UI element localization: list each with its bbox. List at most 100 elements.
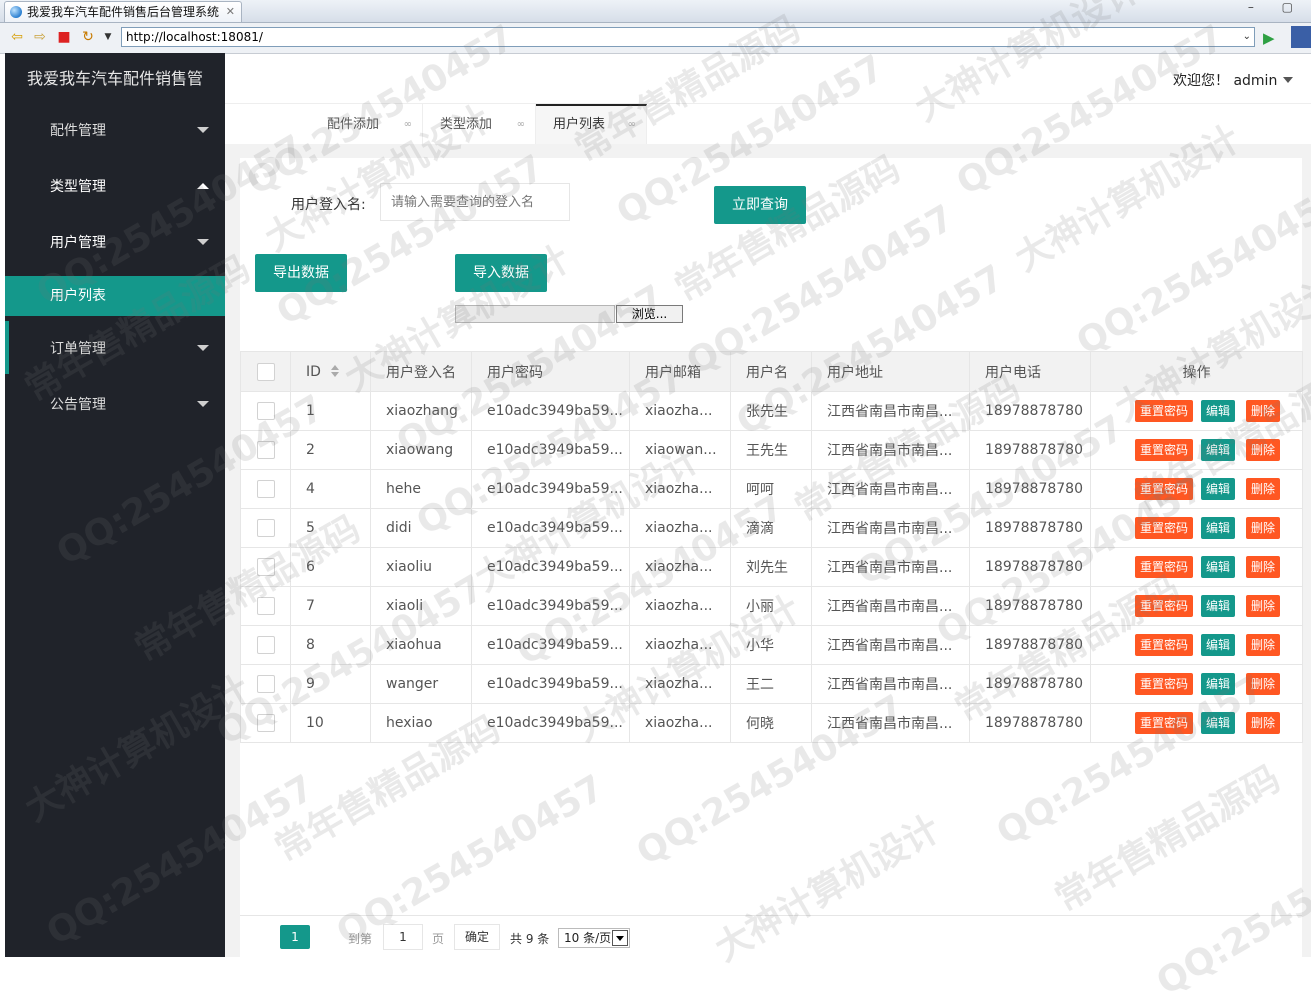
tab-add-part[interactable]: 配件添加 ∞: [310, 104, 423, 144]
cell-address: 江西省南昌市南昌...: [811, 508, 970, 548]
column-header-name: 用户名: [730, 351, 812, 392]
caret-down-icon: [1283, 77, 1294, 83]
history-dropdown-icon[interactable]: ▼: [99, 28, 117, 46]
table-row: 7 xiaoli e10adc3949ba59... xiaozha... 小丽 江西省南…: [240, 586, 1303, 626]
row-select-cell: [240, 703, 291, 743]
page-size-select[interactable]: 10 条/页: [558, 928, 630, 948]
delete-button[interactable]: 删除: [1246, 595, 1281, 617]
file-path-field[interactable]: [455, 305, 615, 323]
edit-button[interactable]: 编辑: [1201, 556, 1236, 578]
sort-icon[interactable]: [330, 364, 339, 377]
edit-button[interactable]: 编辑: [1201, 595, 1236, 617]
row-checkbox[interactable]: [256, 714, 275, 732]
browser-tab[interactable]: 我爱我车汽车配件销售后台管理系统 ✕: [4, 1, 242, 22]
address-dropdown-icon[interactable]: ⌄: [1243, 28, 1251, 46]
goto-label: 到第: [348, 932, 373, 946]
row-select-cell: [240, 469, 291, 509]
extension-icon[interactable]: [1291, 26, 1311, 48]
cell-password: e10adc3949ba59...: [471, 391, 630, 431]
reset-password-button[interactable]: 重置密码: [1135, 478, 1194, 500]
goto-confirm-button[interactable]: 确定: [454, 924, 500, 950]
delete-button[interactable]: 删除: [1246, 517, 1281, 539]
reset-password-button[interactable]: 重置密码: [1135, 439, 1194, 461]
delete-button[interactable]: 删除: [1246, 634, 1281, 656]
edit-button[interactable]: 编辑: [1201, 673, 1236, 695]
column-header-login: 用户登入名: [370, 351, 472, 392]
reset-password-button[interactable]: 重置密码: [1135, 712, 1194, 734]
close-tab-icon[interactable]: ∞: [517, 104, 525, 146]
import-button[interactable]: 导入数据: [455, 254, 547, 292]
go-icon[interactable]: ▶: [1263, 29, 1275, 47]
row-checkbox[interactable]: [256, 597, 275, 615]
row-checkbox[interactable]: [256, 402, 275, 420]
back-icon[interactable]: ⇦: [8, 28, 26, 46]
sidebar-item-notices[interactable]: 公告管理: [5, 377, 225, 433]
reset-password-button[interactable]: 重置密码: [1135, 400, 1194, 422]
page-number-input[interactable]: 1: [383, 924, 423, 950]
row-checkbox[interactable]: [256, 441, 275, 459]
tab-label: 用户列表: [553, 117, 606, 132]
delete-button[interactable]: 删除: [1246, 439, 1281, 461]
reset-password-button[interactable]: 重置密码: [1135, 595, 1194, 617]
user-menu[interactable]: 欢迎您！ admin: [1173, 70, 1294, 90]
cell-phone: 18978878780: [969, 625, 1091, 665]
tab-add-type[interactable]: 类型添加 ∞: [423, 104, 536, 144]
row-checkbox[interactable]: [256, 636, 275, 654]
tab-user-list[interactable]: 用户列表 ∞: [536, 104, 647, 144]
cell-name: 王先生: [730, 430, 812, 470]
sidebar-item-orders[interactable]: 订单管理: [5, 321, 225, 377]
file-picker[interactable]: 浏览...: [455, 305, 683, 323]
sidebar-item-label: 订单管理: [50, 341, 106, 357]
edit-button[interactable]: 编辑: [1201, 478, 1236, 500]
cell-email: xiaozha...: [629, 469, 731, 509]
row-checkbox[interactable]: [256, 675, 275, 693]
reset-password-button[interactable]: 重置密码: [1135, 517, 1194, 539]
edit-button[interactable]: 编辑: [1201, 712, 1236, 734]
delete-button[interactable]: 删除: [1246, 673, 1281, 695]
close-tab-icon[interactable]: ∞: [404, 104, 412, 146]
table-row: 2 xiaowang e10adc3949ba59... xiaowan... 王先生江…: [240, 430, 1303, 470]
edit-button[interactable]: 编辑: [1201, 634, 1236, 656]
sidebar-item-types[interactable]: 类型管理: [5, 159, 225, 215]
select-all-checkbox[interactable]: [256, 362, 275, 381]
edit-button[interactable]: 编辑: [1201, 517, 1236, 539]
query-button[interactable]: 立即查询: [714, 186, 806, 224]
export-button[interactable]: 导出数据: [255, 254, 347, 292]
edit-button[interactable]: 编辑: [1201, 439, 1236, 461]
edit-button[interactable]: 编辑: [1201, 400, 1236, 422]
delete-button[interactable]: 删除: [1246, 712, 1281, 734]
page-button-current[interactable]: 1: [280, 925, 310, 949]
reset-password-button[interactable]: 重置密码: [1135, 556, 1194, 578]
delete-button[interactable]: 删除: [1246, 478, 1281, 500]
stop-icon[interactable]: ■: [55, 28, 73, 46]
cell-login: didi: [370, 508, 472, 548]
column-header-id[interactable]: ID: [290, 351, 371, 392]
window-controls[interactable]: – ▢: [1248, 0, 1305, 14]
sidebar-item-users[interactable]: 用户管理: [5, 215, 225, 271]
row-checkbox[interactable]: [256, 480, 275, 498]
cell-address: 江西省南昌市南昌...: [811, 391, 970, 431]
login-name-input[interactable]: [380, 183, 570, 221]
delete-button[interactable]: 删除: [1246, 400, 1281, 422]
cell-password: e10adc3949ba59...: [471, 625, 630, 665]
reset-password-button[interactable]: 重置密码: [1135, 673, 1194, 695]
address-bar[interactable]: http://localhost:18081/ ⌄: [121, 27, 1255, 47]
cell-login: hexiao: [370, 703, 472, 743]
close-tab-icon[interactable]: ✕: [226, 2, 235, 22]
cell-password: e10adc3949ba59...: [471, 469, 630, 509]
row-checkbox[interactable]: [256, 519, 275, 537]
dropdown-arrow-icon[interactable]: [612, 930, 628, 946]
browse-button[interactable]: 浏览...: [616, 305, 683, 323]
sidebar-item-user-list[interactable]: 用户列表: [5, 276, 225, 316]
refresh-icon[interactable]: ↻: [79, 28, 97, 46]
login-name-label: 用户登入名:: [291, 197, 366, 213]
delete-button[interactable]: 删除: [1246, 556, 1281, 578]
cell-id: 9: [290, 664, 371, 704]
reset-password-button[interactable]: 重置密码: [1135, 634, 1194, 656]
total-count: 共 9 条: [510, 932, 550, 946]
close-tab-icon[interactable]: ∞: [628, 106, 636, 144]
cell-email: xiaowan...: [629, 430, 731, 470]
row-checkbox[interactable]: [256, 558, 275, 576]
forward-icon[interactable]: ⇨: [31, 28, 49, 46]
sidebar-item-parts[interactable]: 配件管理: [5, 103, 225, 159]
